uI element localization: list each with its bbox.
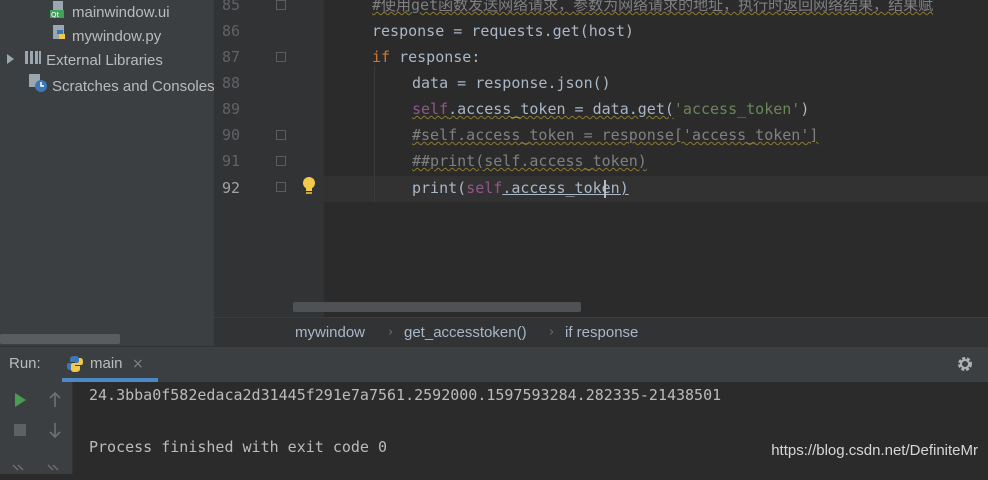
- code-line-92: print(self.access_token): [412, 179, 629, 197]
- svg-text:Qt: Qt: [51, 11, 60, 18]
- close-icon[interactable]: ×: [132, 346, 144, 382]
- lightbulb-icon[interactable]: [300, 176, 318, 196]
- run-label: Run:: [9, 355, 41, 372]
- fold-marker-icon[interactable]: [276, 0, 286, 10]
- chevron-right-icon[interactable]: [4, 49, 16, 73]
- line-number: 91: [221, 152, 240, 170]
- breadcrumb-item[interactable]: mywindow: [295, 318, 365, 347]
- scratches-icon: [28, 73, 48, 101]
- tree-item-label: mainwindow.ui: [72, 3, 170, 21]
- stop-icon[interactable]: [10, 420, 30, 440]
- text-caret: [604, 180, 606, 198]
- line-number: 86: [221, 22, 240, 40]
- more-tools-icon[interactable]: [45, 460, 65, 480]
- fold-marker-icon[interactable]: [276, 156, 286, 166]
- code-line-87: if response:: [372, 48, 481, 66]
- rerun-icon[interactable]: [10, 390, 30, 410]
- tree-item-label: External Libraries: [46, 51, 163, 69]
- console-output-line: 24.3bba0f582edaca2d31445f291e7a7561.2592…: [89, 386, 722, 404]
- fold-marker-icon[interactable]: [276, 130, 286, 140]
- code-line-90: #self.access_token = response['access_to…: [412, 126, 819, 144]
- console-output-line: Process finished with exit code 0: [89, 438, 388, 456]
- python-file-icon: [50, 24, 68, 50]
- breadcrumb: mywindow › get_accesstoken() › if respon…: [214, 317, 988, 347]
- code-line-86: response = requests.get(host): [372, 22, 634, 40]
- arrow-down-icon[interactable]: [45, 420, 65, 440]
- fold-marker-icon[interactable]: [276, 52, 286, 62]
- more-tools-icon[interactable]: [10, 460, 30, 480]
- chevron-right-icon: ›: [549, 325, 555, 340]
- library-icon: [24, 48, 42, 74]
- gear-icon[interactable]: [956, 355, 974, 373]
- tree-item-label: mywindow.py: [72, 27, 162, 45]
- indent-guide: [374, 66, 375, 202]
- code-line-88: data = response.json(): [412, 74, 611, 92]
- arrow-up-icon[interactable]: [45, 390, 65, 410]
- tree-item-mainwindow-ui[interactable]: Qt mainwindow.ui: [50, 0, 170, 24]
- code-line-89: self.access_token = data.get('access_tok…: [412, 100, 810, 118]
- line-number: 87: [221, 48, 240, 66]
- code-line-85: #使用get函数发送网络请求，参数为网络请求的地址，执行时返回网络结果，结果赋: [372, 0, 934, 14]
- breadcrumb-item[interactable]: get_accesstoken(): [404, 318, 527, 347]
- line-number: 88: [221, 74, 240, 92]
- tree-item-external-libraries[interactable]: External Libraries: [4, 48, 163, 72]
- tree-item-mywindow-py[interactable]: mywindow.py: [50, 24, 161, 48]
- chevron-right-icon: ›: [388, 325, 394, 340]
- run-tab-label: main: [90, 355, 123, 372]
- project-scrollbar[interactable]: [0, 334, 120, 344]
- fold-marker-icon[interactable]: [276, 182, 286, 192]
- line-number: 89: [221, 100, 240, 118]
- line-number: 85: [221, 0, 240, 14]
- line-number: 90: [221, 126, 240, 144]
- tree-item-label: Scratches and Consoles: [52, 77, 215, 95]
- editor-horizontal-scrollbar[interactable]: [293, 302, 581, 312]
- line-number-current: 92: [221, 179, 240, 197]
- tree-item-scratches[interactable]: Scratches and Consoles: [28, 73, 215, 97]
- breadcrumb-item[interactable]: if response: [565, 318, 638, 347]
- python-icon: [66, 355, 84, 373]
- watermark: https://blog.csdn.net/DefiniteMr: [771, 442, 978, 459]
- code-line-91: ##print(self.access_token): [412, 152, 647, 170]
- qt-ui-file-icon: Qt: [50, 0, 68, 26]
